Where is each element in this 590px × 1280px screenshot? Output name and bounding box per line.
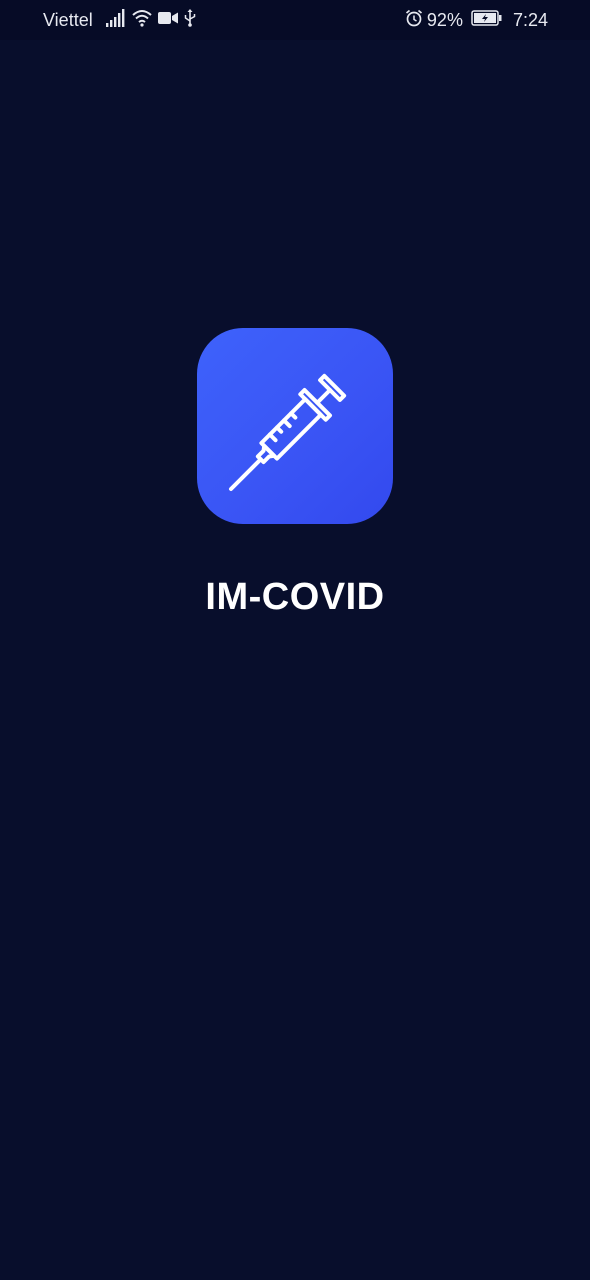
signal-icon — [106, 8, 126, 32]
syringe-icon — [197, 326, 393, 527]
wifi-icon — [132, 9, 152, 32]
status-bar: Viettel 92% 7:24 — [0, 0, 590, 40]
carrier-name: Viettel — [43, 10, 93, 30]
status-right: 92% 7:24 — [405, 9, 548, 31]
battery-percent: 92% — [426, 9, 463, 30]
battery-charging-icon — [471, 9, 503, 31]
app-title: IM-COVID — [205, 576, 385, 618]
usb-icon — [184, 8, 196, 32]
status-left-icons — [106, 8, 196, 32]
app-logo — [197, 328, 393, 524]
video-call-icon — [158, 11, 178, 30]
alarm-icon — [405, 9, 423, 32]
clock-time: 7:24 — [512, 9, 548, 30]
